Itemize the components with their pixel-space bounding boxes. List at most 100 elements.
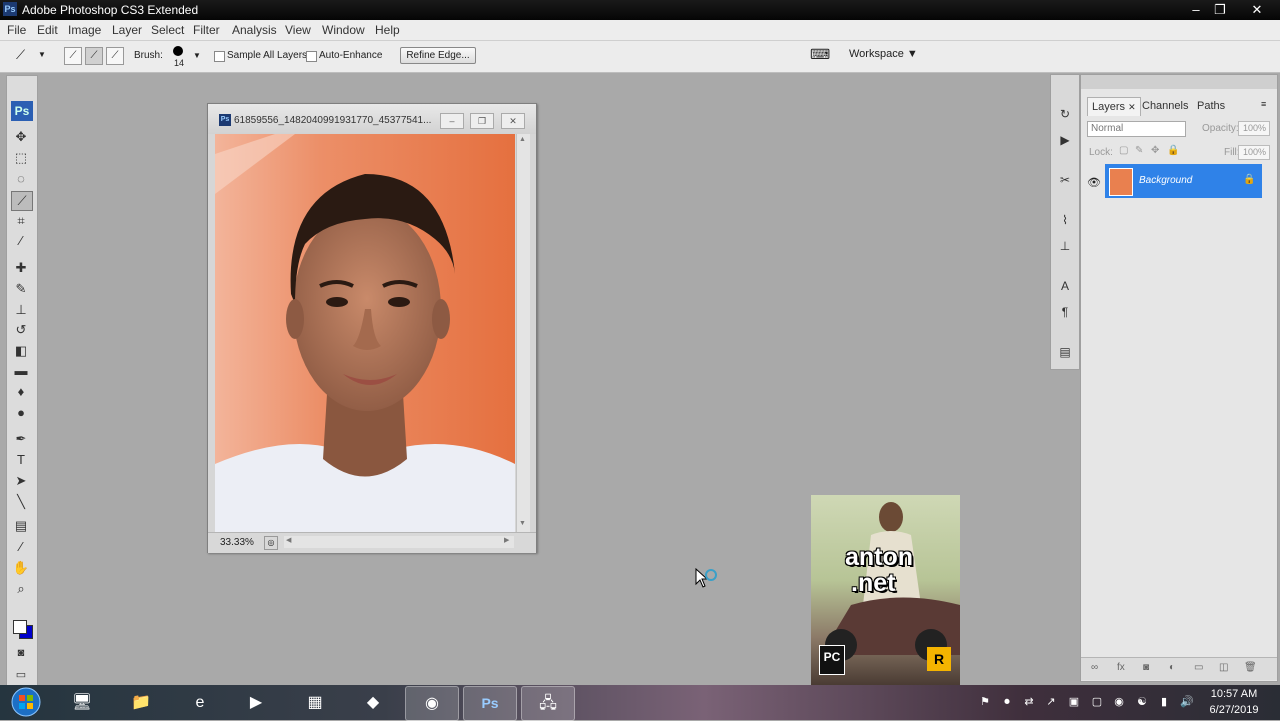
scroll-right-icon[interactable]: ▶ [504,536,509,544]
tray-sync-icon[interactable]: ⇄ [1022,695,1036,709]
sample-all-layers-checkbox[interactable] [214,51,225,62]
blur-tool-icon[interactable]: ♦ [11,383,31,401]
menu-filter[interactable]: Filter [193,23,220,37]
tray-flag-icon[interactable]: ⚑ [978,695,992,709]
brush-tool-icon[interactable]: ✎ [11,280,31,298]
clone-stamp-icon[interactable]: ⊥ [11,301,31,319]
menu-file[interactable]: File [7,23,26,37]
history-brush-icon[interactable]: ↺ [11,321,31,339]
lock-transparent-icon[interactable]: ▢ [1119,145,1128,156]
start-button[interactable] [4,686,44,719]
tool-presets-panel-icon[interactable]: ✂ [1056,171,1074,189]
marquee-tool-icon[interactable]: ⬚ [11,149,31,167]
tab-close-icon[interactable]: ✕ [1128,102,1136,112]
opacity-field[interactable]: 100% [1238,121,1270,136]
document-window[interactable]: Ps 61859556_1482040991931770_45377541...… [207,103,537,553]
move-tool-icon[interactable]: ✥ [11,128,31,146]
delete-layer-icon[interactable]: 🗑 [1244,662,1257,673]
lock-all-icon[interactable]: 🔒 [1167,145,1179,156]
taskbar-media-icon[interactable]: ▶ [230,686,282,719]
layer-mask-icon[interactable]: ◙ [1143,662,1149,673]
document-title-bar[interactable]: Ps 61859556_1482040991931770_45377541...… [208,104,536,134]
adjustment-layer-icon[interactable]: ◐ [1169,662,1175,673]
link-layers-icon[interactable]: ∞ [1091,662,1098,673]
new-layer-icon[interactable]: ◫ [1219,662,1228,673]
brushes-panel-icon[interactable]: ⌇ [1056,211,1074,229]
notes-tool-icon[interactable]: ▤ [11,517,31,535]
lock-position-icon[interactable]: ✥ [1151,145,1159,156]
scroll-up-icon[interactable]: ▲ [519,136,526,143]
menu-layer[interactable]: Layer [112,23,142,37]
tray-antivirus-icon[interactable]: ☯ [1135,695,1149,709]
layer-comps-panel-icon[interactable]: ▤ [1056,343,1074,361]
status-info-icon[interactable]: ◎ [264,536,278,550]
character-panel-icon[interactable]: A [1056,277,1074,295]
clone-source-panel-icon[interactable]: ⊥ [1056,237,1074,255]
panel-header[interactable] [1081,75,1277,89]
tab-channels[interactable]: Channels [1138,97,1192,115]
brush-dropdown-icon[interactable]: ▼ [193,51,201,60]
image-canvas[interactable] [215,134,515,532]
tray-chat-icon[interactable]: ◉ [1112,695,1126,709]
foreground-color-swatch[interactable] [13,620,27,634]
tray-window-icon[interactable]: ▢ [1090,695,1104,709]
hand-tool-icon[interactable]: ✋ [11,559,31,577]
blend-mode-select[interactable]: Normal [1087,121,1186,137]
workspace-icon[interactable]: ⌨ [810,46,830,63]
fill-field[interactable]: 100% [1238,145,1270,160]
layer-style-icon[interactable]: fx [1117,662,1125,673]
panel-menu-icon[interactable]: ≡ [1261,99,1266,109]
maximize-button[interactable]: ❐ [1208,0,1232,20]
new-selection-icon[interactable]: ⟋ [64,47,82,65]
taskbar-network-icon[interactable]: 🖧 [521,686,575,721]
tray-printer-icon[interactable]: ▣ [1067,695,1081,709]
tray-share-icon[interactable]: ↗ [1044,695,1058,709]
brush-preview-icon[interactable] [173,46,183,56]
menu-select[interactable]: Select [151,23,184,37]
dodge-tool-icon[interactable]: ● [11,404,31,422]
minimize-button[interactable]: – [1184,0,1208,20]
scroll-down-icon[interactable]: ▼ [519,520,526,527]
refine-edge-button[interactable]: Refine Edge... [400,47,476,64]
slice-tool-icon[interactable]: ⁄ [11,232,31,250]
tab-paths[interactable]: Paths [1193,97,1229,115]
doc-maximize-button[interactable]: ❐ [470,113,494,129]
color-swatches[interactable] [11,619,33,641]
layer-row-background[interactable]: Background 🔒 [1105,164,1262,198]
eyedropper-icon[interactable]: ⁄ [11,538,31,556]
add-to-selection-icon[interactable]: ⟋ [85,47,103,65]
quick-selection-tool-icon[interactable]: ⟋ [11,191,33,211]
zoom-tool-icon[interactable]: ⌕ [11,580,31,598]
pen-tool-icon[interactable]: ✒ [11,430,31,448]
actions-panel-icon[interactable]: ▶ [1056,131,1074,149]
paragraph-panel-icon[interactable]: ¶ [1056,303,1074,321]
tray-network-icon[interactable]: ▮ [1157,695,1171,709]
path-selection-icon[interactable]: ➤ [11,472,31,490]
vertical-scrollbar[interactable]: ▲ ▼ [516,134,530,532]
type-tool-icon[interactable]: T [11,451,31,469]
taskbar-computer-icon[interactable]: 🖥 [56,686,108,719]
taskbar-ie-icon[interactable]: e [174,686,226,719]
doc-minimize-button[interactable]: – [440,113,464,129]
menu-image[interactable]: Image [68,23,101,37]
tab-layers[interactable]: Layers ✕ [1087,97,1141,116]
menu-window[interactable]: Window [322,23,365,37]
menu-analysis[interactable]: Analysis [232,23,277,37]
line-tool-icon[interactable]: ╲ [11,493,31,511]
close-button[interactable]: ✕ [1245,0,1269,20]
layer-visibility-eye-icon[interactable]: 👁 [1087,176,1101,189]
taskbar-garena-icon[interactable]: ◆ [347,686,399,719]
crop-tool-icon[interactable]: ⌗ [11,212,31,230]
eraser-tool-icon[interactable]: ◧ [11,342,31,360]
clock-time[interactable]: 10:57 AM [1206,688,1262,700]
zoom-level[interactable]: 33.33% [220,537,254,548]
clock-date[interactable]: 6/27/2019 [1206,704,1262,716]
new-group-icon[interactable]: ▭ [1194,662,1203,673]
quick-mask-icon[interactable]: ◙ [11,644,31,662]
taskbar-chrome-icon[interactable]: ◉ [405,686,459,721]
scroll-left-icon[interactable]: ◀ [286,536,291,544]
menu-view[interactable]: View [285,23,311,37]
taskbar-photoshop-icon[interactable]: Ps [463,686,517,721]
doc-close-button[interactable]: ✕ [501,113,525,129]
lock-image-icon[interactable]: ✎ [1135,145,1143,156]
